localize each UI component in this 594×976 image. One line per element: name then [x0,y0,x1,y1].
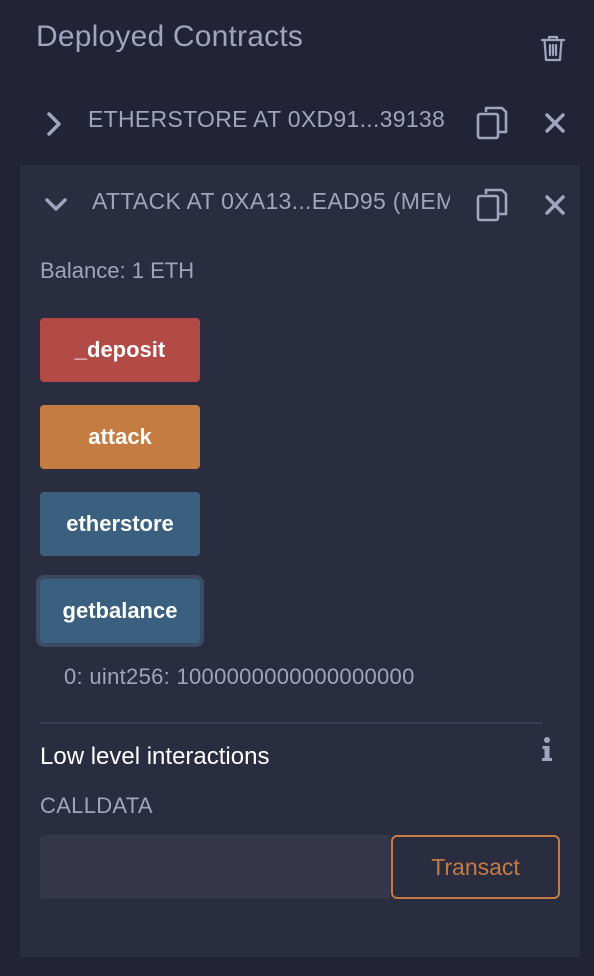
contract-balance: Balance: 1 ETH [40,258,195,283]
contract-label-etherstore[interactable]: ETHERSTORE AT 0XD91...39138 [88,106,450,133]
contract-label-attack[interactable]: ATTACK AT 0XA13...EAD95 (MEMORY) [92,188,450,215]
getbalance-button[interactable]: getbalance [40,579,200,643]
copy-icon[interactable] [474,186,510,222]
calldata-input[interactable] [40,835,390,899]
chevron-right-icon[interactable] [42,110,66,138]
low-level-interactions-title: Low level interactions [40,743,270,770]
close-icon[interactable] [544,112,566,134]
deployed-contracts-title: Deployed Contracts [36,20,304,53]
calldata-label: CALLDATA [40,793,153,818]
transact-button[interactable]: Transact [391,835,560,899]
divider [40,722,542,724]
copy-icon[interactable] [474,104,510,140]
attack-button[interactable]: attack [40,405,200,469]
etherstore-button[interactable]: etherstore [40,492,200,556]
chevron-down-icon[interactable] [42,190,70,220]
info-icon[interactable] [540,736,554,764]
deposit-button[interactable]: _deposit [40,318,200,382]
getbalance-result: 0: uint256: 1000000000000000000 [64,664,415,689]
close-icon[interactable] [544,194,566,216]
trash-icon[interactable] [540,34,566,62]
